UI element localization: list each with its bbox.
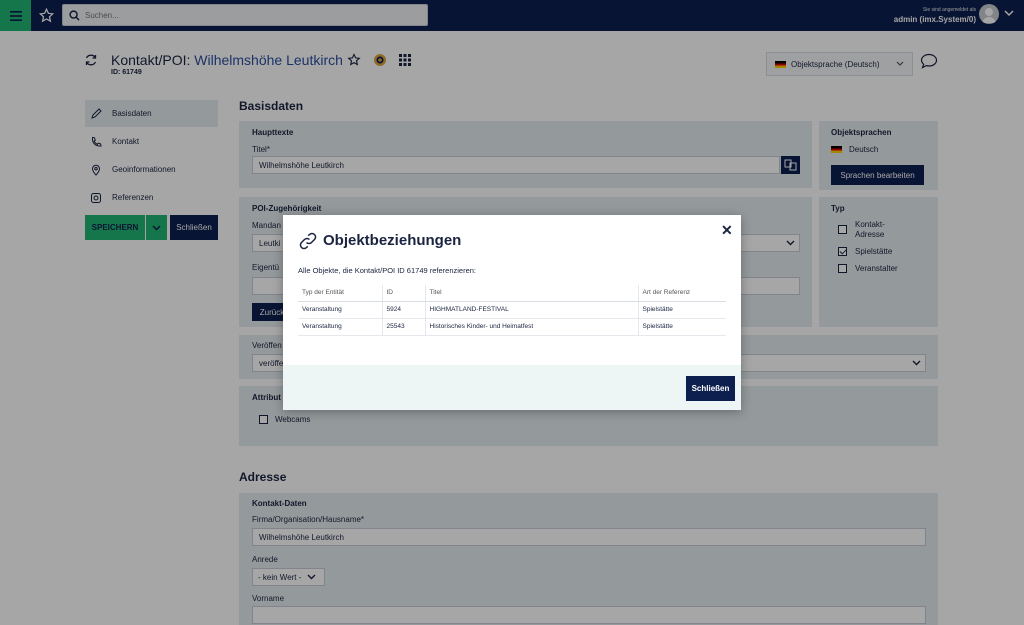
table-cell: HIGHMATLAND-FESTIVAL	[424, 301, 638, 319]
dialog-footer	[283, 365, 741, 410]
table-row[interactable]: Veranstaltung 25543 Historisches Kinder-…	[298, 318, 726, 336]
table-cell: Veranstaltung	[298, 318, 382, 336]
column-header: ID	[381, 285, 425, 302]
dialog-title: Objektbeziehungen	[323, 232, 462, 249]
table-cell: Veranstaltung	[298, 301, 382, 319]
references-table: Typ der Entität ID Titel Art der Referen…	[298, 285, 726, 336]
table-row[interactable]: Veranstaltung 5924 HIGHMATLAND-FESTIVAL …	[298, 301, 726, 319]
column-header: Typ der Entität	[298, 285, 382, 302]
dialog-close-button[interactable]: Schließen	[686, 376, 735, 401]
dialog-description: Alle Objekte, die Kontakt/POI ID 61749 r…	[298, 266, 477, 275]
table-cell: Spielstätte	[637, 301, 726, 319]
table-cell: Spielstätte	[637, 318, 726, 336]
link-icon	[298, 231, 318, 251]
table-cell: 5924	[381, 301, 425, 319]
table-cell: Historisches Kinder- und Heimatfest	[424, 318, 638, 336]
column-header: Titel	[424, 285, 638, 302]
table-cell: 25543	[381, 318, 425, 336]
table-header-row: Typ der Entität ID Titel Art der Referen…	[298, 285, 726, 302]
column-header: Art der Referenz	[637, 285, 726, 302]
objektbeziehungen-dialog: Objektbeziehungen ✕ Alle Objekte, die Ko…	[283, 215, 741, 410]
close-icon[interactable]: ✕	[721, 222, 733, 239]
